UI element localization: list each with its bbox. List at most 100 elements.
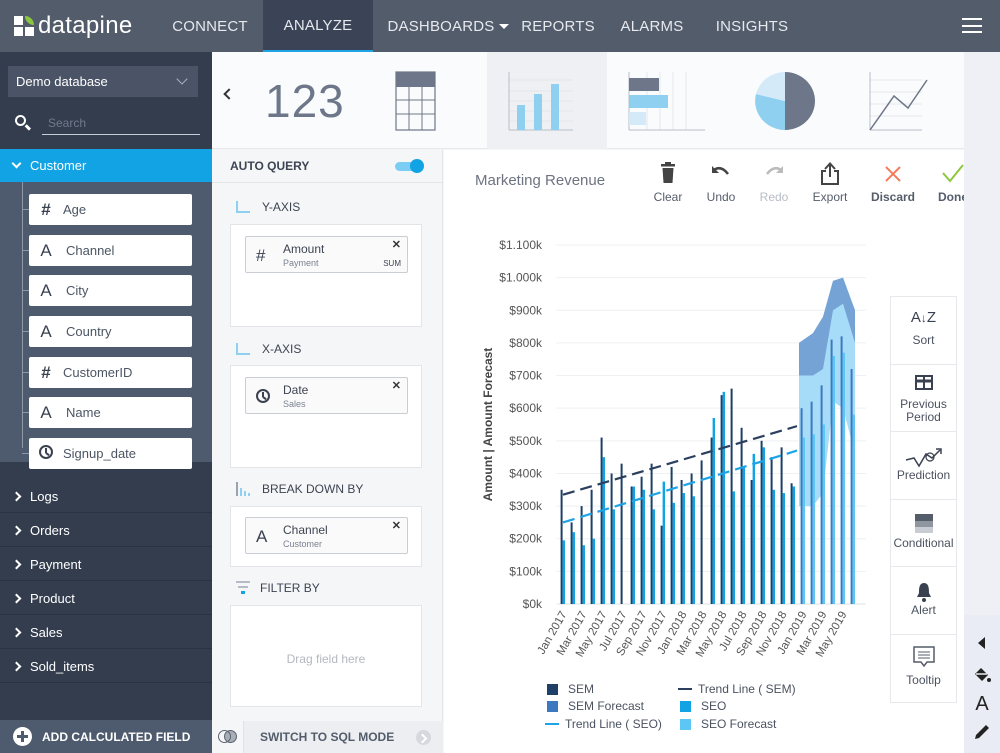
- y-axis-dropzone[interactable]: # Amount Payment SUM ✕: [230, 224, 422, 327]
- y-tick-label: $300k: [509, 499, 543, 513]
- table-sales[interactable]: Sales: [0, 616, 212, 649]
- chart-title[interactable]: Marketing Revenue: [475, 172, 605, 189]
- hamburger-icon[interactable]: [962, 18, 982, 33]
- table-logs[interactable]: Logs: [0, 480, 212, 513]
- bar-seo: [612, 509, 615, 604]
- nav-connect[interactable]: CONNECT: [158, 0, 262, 52]
- table-payment[interactable]: Payment: [0, 548, 212, 581]
- discard-button[interactable]: Discard: [868, 162, 918, 204]
- legend-item-sem[interactable]: SEM: [547, 682, 594, 696]
- legend-item-trend-seo[interactable]: Trend Line ( SEO): [545, 717, 662, 731]
- undo-button[interactable]: Undo: [696, 162, 746, 204]
- venn-join-icon[interactable]: [212, 721, 244, 753]
- x-axis-icon: [236, 343, 250, 355]
- chart-type-bar[interactable]: [607, 52, 727, 149]
- field-age[interactable]: # Age: [22, 194, 192, 225]
- nav-insights[interactable]: INSIGHTS: [707, 0, 797, 52]
- table-label: Logs: [30, 488, 59, 504]
- break-down-pill-channel[interactable]: A Channel Customer ✕: [245, 517, 408, 554]
- customer-fields: # Age A Channel A City A Country # CustomerID…: [0, 182, 212, 469]
- sort-button[interactable]: A↓Z Sort: [891, 297, 956, 365]
- field-channel[interactable]: A Channel: [22, 235, 192, 266]
- auto-query-toggle[interactable]: [395, 159, 424, 173]
- y-tick-label: $1.000k: [499, 271, 543, 285]
- clock-icon: [256, 388, 270, 408]
- break-down-dropzone[interactable]: A Channel Customer ✕: [230, 506, 422, 567]
- number-type-icon: #: [41, 362, 51, 382]
- remove-icon[interactable]: ✕: [392, 519, 401, 532]
- field-name[interactable]: A Name: [22, 397, 192, 428]
- collapse-icon[interactable]: [972, 633, 992, 653]
- table-customer[interactable]: Customer: [0, 149, 212, 182]
- add-calculated-field-label: ADD CALCULATED FIELD: [42, 729, 191, 744]
- y-axis-pill-amount[interactable]: # Amount Payment SUM ✕: [245, 236, 408, 273]
- bar-seo: [652, 509, 655, 604]
- field-label: City: [66, 283, 89, 298]
- legend-item-seo-forecast[interactable]: SEO Forecast: [680, 717, 776, 731]
- arrow-right-circle-icon[interactable]: [416, 730, 431, 745]
- bar-seo: [682, 493, 685, 604]
- chart-type-line[interactable]: [842, 52, 952, 149]
- previous-period-button[interactable]: Previous Period: [891, 365, 956, 432]
- font-icon[interactable]: A: [972, 693, 992, 715]
- tooltip-button[interactable]: Tooltip: [891, 635, 956, 703]
- chart-type-column[interactable]: [487, 52, 607, 149]
- prediction-button[interactable]: Prediction: [891, 432, 956, 500]
- y-tick-label: $500k: [509, 434, 543, 448]
- remove-icon[interactable]: ✕: [392, 379, 401, 392]
- bar-seo-forecast: [822, 424, 825, 604]
- field-signup-date[interactable]: Signup_date: [22, 438, 192, 469]
- nav-dashboards[interactable]: DASHBOARDS: [373, 0, 523, 52]
- redo-button[interactable]: Redo: [749, 162, 799, 204]
- discard-label: Discard: [870, 190, 916, 204]
- nav-alarms[interactable]: ALARMS: [607, 0, 697, 52]
- paint-bucket-icon[interactable]: [972, 665, 992, 685]
- pill-aggregation[interactable]: SUM: [383, 259, 401, 268]
- legend-line: [545, 723, 559, 725]
- break-down-icon: [236, 482, 250, 496]
- field-customerid[interactable]: # CustomerID: [22, 357, 192, 388]
- chart-type-table[interactable]: [372, 52, 487, 149]
- table-sold-items[interactable]: Sold_items: [0, 650, 212, 683]
- add-calculated-field-button[interactable]: ADD CALCULATED FIELD: [0, 720, 212, 753]
- chart-type-number[interactable]: 123: [252, 52, 372, 149]
- switch-to-sql-button[interactable]: SWITCH TO SQL MODE: [244, 730, 394, 744]
- pencil-icon[interactable]: [972, 722, 992, 742]
- pill-source: Payment: [283, 258, 319, 268]
- export-label: Export: [812, 190, 848, 204]
- table-orders[interactable]: Orders: [0, 514, 212, 547]
- x-axis-pill-date[interactable]: Date Sales ✕: [245, 377, 408, 414]
- filter-label: FILTER BY: [260, 581, 320, 595]
- legend-item-sem-forecast[interactable]: SEM Forecast: [547, 699, 644, 713]
- field-label: Channel: [66, 243, 115, 258]
- clear-button[interactable]: Clear: [643, 162, 693, 204]
- close-icon: [882, 162, 904, 186]
- x-axis-dropzone[interactable]: Date Sales ✕: [230, 365, 422, 468]
- remove-icon[interactable]: ✕: [392, 238, 401, 251]
- field-city[interactable]: A City: [22, 275, 192, 306]
- conditional-button[interactable]: Conditional: [891, 500, 956, 567]
- chart-types-prev-button[interactable]: [223, 88, 235, 106]
- alert-button[interactable]: Alert: [891, 567, 956, 635]
- legend-item-trend-sem[interactable]: Trend Line ( SEM): [678, 682, 796, 696]
- logo[interactable]: datapine: [0, 0, 158, 52]
- field-country[interactable]: A Country: [22, 316, 192, 347]
- bar-sem: [650, 463, 653, 604]
- legend-label: Trend Line ( SEM): [698, 682, 796, 696]
- bar-sem: [710, 437, 713, 604]
- table-product[interactable]: Product: [0, 582, 212, 615]
- pill-source: Sales: [283, 399, 306, 409]
- export-button[interactable]: Export: [805, 162, 855, 204]
- bar-sem: [580, 506, 583, 604]
- search-input[interactable]: [42, 111, 200, 135]
- filter-dropzone[interactable]: Drag field here: [230, 605, 422, 707]
- nav-analyze[interactable]: ANALYZE: [263, 0, 373, 52]
- legend-item-seo[interactable]: SEO: [680, 699, 726, 713]
- chart-type-pie[interactable]: [727, 52, 842, 149]
- chevron-right-icon: [11, 593, 22, 603]
- chevron-right-icon: [11, 491, 22, 501]
- y-tick-label: $100k: [509, 564, 543, 578]
- chart-canvas: Marketing Revenue Clear Undo Redo Export…: [444, 150, 968, 753]
- database-select[interactable]: Demo database: [8, 66, 198, 97]
- nav-reports[interactable]: REPORTS: [521, 0, 594, 52]
